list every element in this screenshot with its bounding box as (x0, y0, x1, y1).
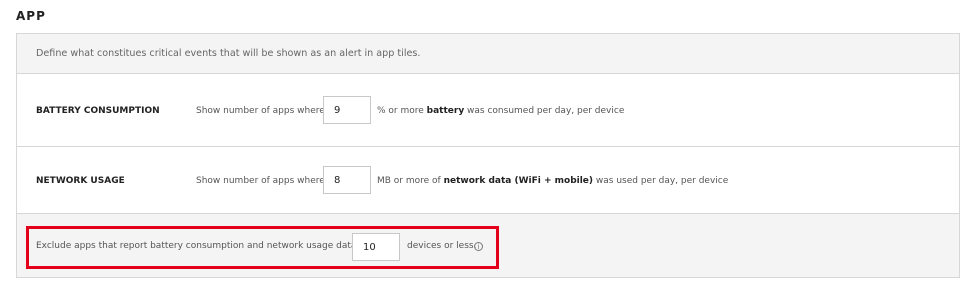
network-suffix-post: was used per day, per device (593, 176, 729, 186)
battery-prefix-text: Show number of apps where (196, 106, 325, 116)
network-suffix-pre: MB or more of (377, 176, 444, 186)
network-suffix-text: MB or more of network data (WiFi + mobil… (377, 176, 728, 186)
description-row: Define what constitues critical events t… (17, 34, 959, 74)
network-prefix-text: Show number of apps where (196, 176, 325, 186)
description-text: Define what constitues critical events t… (36, 48, 421, 59)
network-suffix-bold: network data (WiFi + mobile) (443, 176, 594, 186)
battery-consumption-label: BATTERY CONSUMPTION (36, 106, 160, 116)
exclude-suffix-text: devices or less. (407, 241, 477, 251)
battery-suffix-text: % or more battery was consumed per day, … (377, 106, 624, 116)
network-usage-label: NETWORK USAGE (36, 176, 125, 186)
battery-threshold-input[interactable] (323, 96, 371, 124)
battery-suffix-post: was consumed per day, per device (464, 106, 625, 116)
section-title: APP (16, 9, 46, 23)
battery-suffix-pre: % or more (377, 106, 427, 116)
exclude-device-count-input[interactable] (352, 233, 400, 261)
exclude-prefix-text: Exclude apps that report battery consump… (36, 241, 372, 251)
info-icon[interactable]: i (474, 242, 483, 251)
battery-suffix-bold: battery (426, 106, 465, 116)
network-threshold-input[interactable] (323, 166, 371, 194)
